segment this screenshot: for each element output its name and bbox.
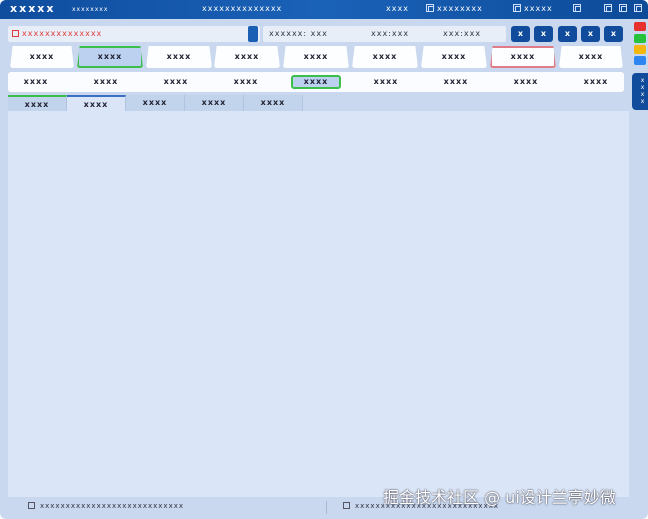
- app-window: xxxxx xxxxxxxx xxxxxxxxxxxxxx xxxx xxxxx…: [0, 0, 648, 519]
- title-bar: xxxxx xxxxxxxx xxxxxxxxxxxxxx xxxx xxxxx…: [0, 0, 648, 19]
- tab-9[interactable]: xxxx: [559, 46, 623, 68]
- minimize-icon: [604, 4, 612, 12]
- app-subtitle: xxxxxxxx: [72, 6, 109, 13]
- status-icon: [343, 502, 350, 509]
- page-tab-3[interactable]: xxxx: [126, 95, 185, 111]
- page-tab-4[interactable]: xxxx: [185, 95, 244, 111]
- page-tab-5[interactable]: xxxx: [244, 95, 303, 111]
- menu-icon: [426, 4, 434, 12]
- info-fields: xxxxxx: xxx xxx:xxx xxx:xxx: [263, 26, 506, 42]
- title-menu-2-label: xxxxxxxx: [437, 4, 483, 13]
- tool-button-3[interactable]: x: [558, 26, 577, 42]
- sub-nav-item-3[interactable]: xxxx: [151, 75, 201, 89]
- tab-5[interactable]: xxxx: [283, 46, 349, 68]
- status-left-text: xxxxxxxxxxxxxxxxxxxxxxxxxxxx: [40, 502, 184, 510]
- content-area: [8, 111, 629, 497]
- tab-2[interactable]: xxxx: [77, 46, 143, 68]
- app-title: xxxxx: [10, 2, 56, 15]
- sub-nav-item-9[interactable]: xxxx: [571, 75, 621, 89]
- watermark: 掘金技术社区 @ ui设计兰亭妙微: [383, 488, 616, 507]
- swatch-yellow[interactable]: [634, 45, 646, 54]
- sub-nav-item-8[interactable]: xxxx: [501, 75, 551, 89]
- tab-4[interactable]: xxxx: [214, 46, 280, 68]
- menu-icon: [513, 4, 521, 12]
- title-menu-2[interactable]: xxxxxxxx: [426, 4, 483, 13]
- page-tab-1[interactable]: xxxx: [8, 95, 67, 111]
- swatch-blue[interactable]: [634, 56, 646, 65]
- tool-button-2[interactable]: x: [534, 26, 553, 42]
- search-button[interactable]: [248, 26, 258, 42]
- maximize-button[interactable]: [619, 4, 630, 13]
- tool-button-1[interactable]: x: [511, 26, 530, 42]
- settings-icon: [573, 4, 581, 12]
- status-icon: [28, 502, 35, 509]
- info-field-2: xxx:xxx: [371, 29, 410, 38]
- swatch-green[interactable]: [634, 34, 646, 43]
- search-icon: [12, 30, 19, 37]
- sub-nav-item-4[interactable]: xxxx: [221, 75, 271, 89]
- sub-nav-item-6[interactable]: xxxx: [361, 75, 411, 89]
- side-panel-tab[interactable]: xxxx: [632, 73, 648, 110]
- tool-button-4[interactable]: x: [581, 26, 600, 42]
- sub-nav-item-2[interactable]: xxxx: [81, 75, 131, 89]
- search-input[interactable]: xxxxxxxxxxxxxx: [8, 26, 260, 42]
- close-button[interactable]: [634, 4, 645, 13]
- page-tab-2[interactable]: xxxx: [67, 95, 126, 111]
- tool-button-5[interactable]: x: [604, 26, 623, 42]
- status-left: xxxxxxxxxxxxxxxxxxxxxxxxxxxx: [28, 502, 184, 510]
- tab-8[interactable]: xxxx: [490, 46, 556, 68]
- sub-nav-item-5[interactable]: xxxx: [291, 75, 341, 89]
- tab-7[interactable]: xxxx: [421, 46, 487, 68]
- info-field-3: xxx:xxx: [443, 29, 482, 38]
- search-text: xxxxxxxxxxxxxx: [22, 29, 103, 38]
- status-divider: [326, 501, 327, 514]
- swatch-red[interactable]: [634, 22, 646, 31]
- title-menu-1[interactable]: xxxx: [386, 4, 409, 13]
- sub-nav-item-1[interactable]: xxxx: [11, 75, 61, 89]
- minimize-button[interactable]: [604, 4, 615, 13]
- tab-6[interactable]: xxxx: [352, 46, 418, 68]
- title-menu-3-label: xxxxx: [524, 4, 553, 13]
- maximize-icon: [619, 4, 627, 12]
- side-tab-label: xxxx: [640, 77, 645, 105]
- tab-1[interactable]: xxxx: [10, 46, 74, 68]
- sub-nav-bar: xxxx xxxx xxxx xxxx xxxx xxxx xxxx xxxx …: [8, 72, 624, 92]
- title-center: xxxxxxxxxxxxxx: [202, 4, 283, 13]
- settings-button[interactable]: [573, 4, 584, 13]
- info-field-1: xxxxxx: xxx: [269, 29, 328, 38]
- tab-3[interactable]: xxxx: [146, 46, 212, 68]
- sub-nav-item-7[interactable]: xxxx: [431, 75, 481, 89]
- close-icon: [634, 4, 642, 12]
- title-menu-3[interactable]: xxxxx: [513, 4, 553, 13]
